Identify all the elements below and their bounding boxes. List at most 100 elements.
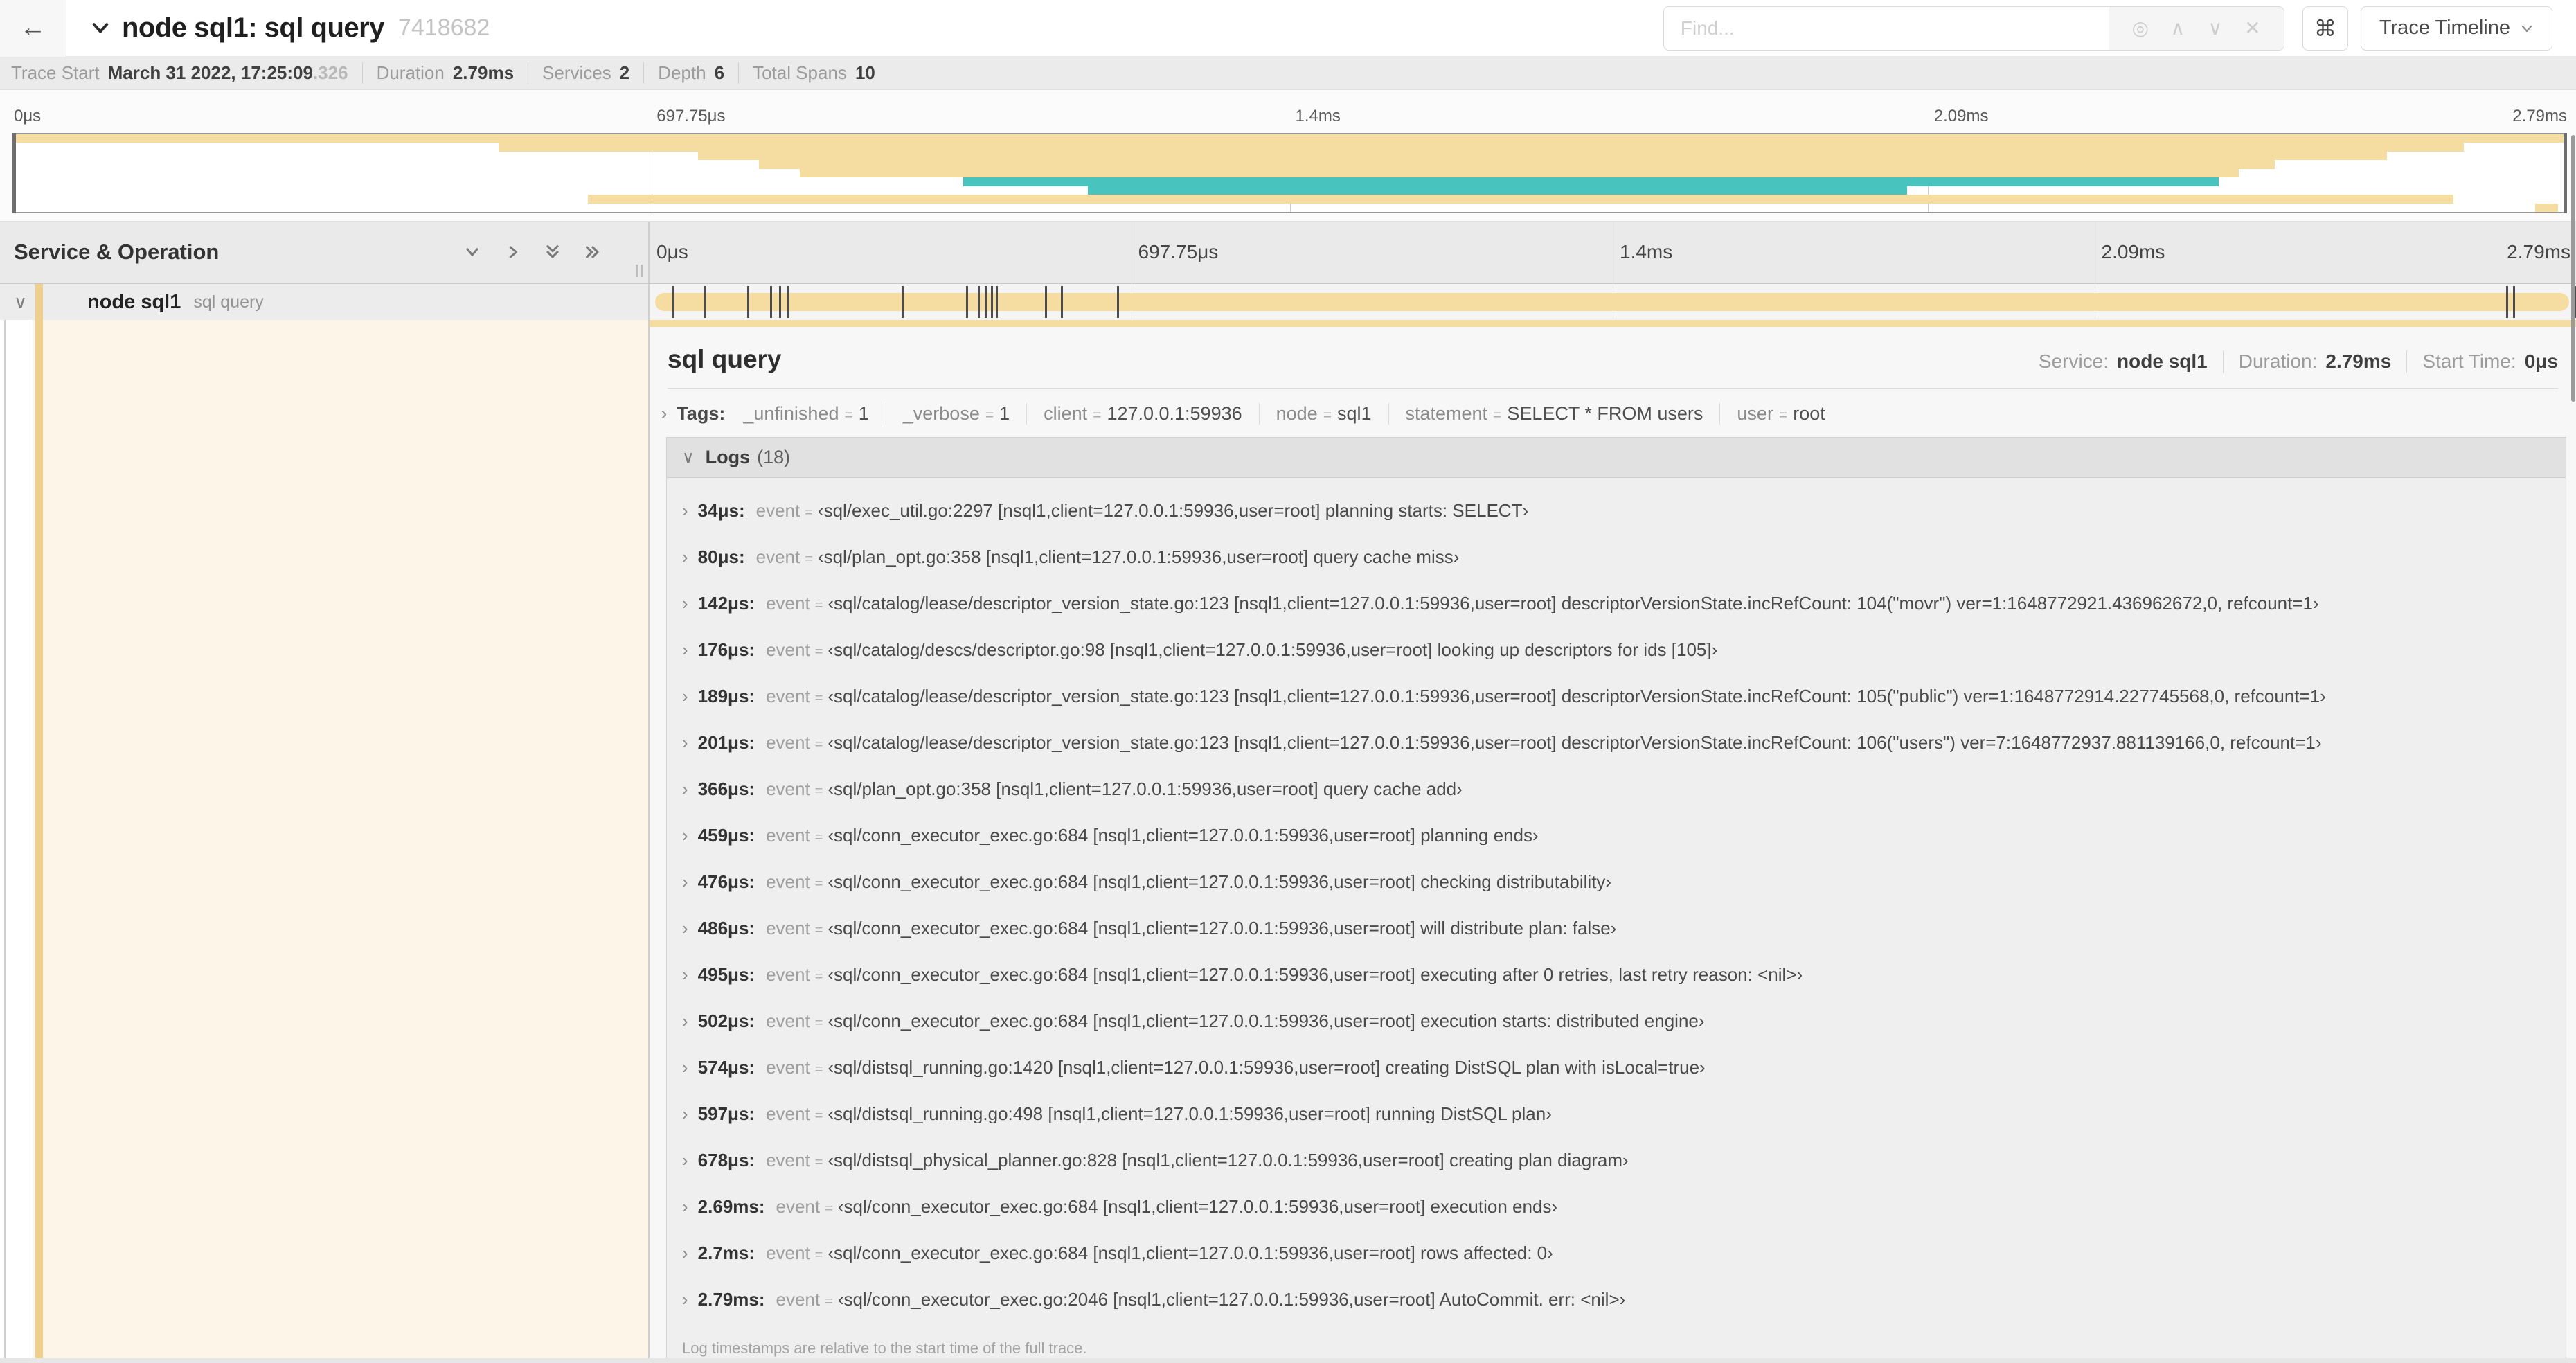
logs-caret-icon[interactable]: ∨	[682, 447, 695, 467]
tag-value: 1	[999, 403, 1010, 424]
minimap-right-scrubber[interactable]	[2564, 133, 2567, 213]
log-entry-row[interactable]: › 495μs: event = ‹sql/conn_executor_exec…	[682, 965, 2552, 986]
minimap-span-bar	[799, 168, 2239, 178]
log-timestamp: 502μs:	[697, 1010, 755, 1031]
log-caret-icon[interactable]: ›	[682, 826, 688, 845]
log-caret-icon[interactable]: ›	[682, 965, 688, 984]
logs-header[interactable]: ∨ Logs (18)	[667, 438, 2566, 478]
log-marker-tick[interactable]	[787, 286, 790, 318]
log-caret-icon[interactable]: ›	[682, 1105, 688, 1123]
minimap-left-scrubber[interactable]	[12, 133, 16, 213]
tag-value: SELECT * FROM users	[1507, 403, 1703, 424]
log-timestamp: 142μs:	[697, 593, 755, 614]
log-equals: =	[814, 737, 823, 752]
log-entry-row[interactable]: › 2.7ms: event = ‹sql/conn_executor_exec…	[682, 1244, 2552, 1265]
log-marker-tick[interactable]	[1045, 286, 1048, 318]
log-caret-icon[interactable]: ›	[682, 919, 688, 938]
chevron-down-icon[interactable]	[90, 18, 111, 39]
tags-row[interactable]: › Tags: _unfinished = 1 _verbose = 1 cli…	[650, 389, 2576, 436]
page-title: node sql1: sql query	[122, 12, 384, 43]
log-marker-tick[interactable]	[984, 286, 987, 318]
clear-find-icon[interactable]: ✕	[2234, 17, 2271, 39]
log-caret-icon[interactable]: ›	[682, 1151, 688, 1170]
timeline-header-row: Service & Operation 0μs 697.75μs 1.4ms 2…	[0, 222, 2576, 284]
view-selector-button[interactable]: Trace Timeline	[2360, 6, 2552, 51]
log-caret-icon[interactable]: ›	[682, 1197, 688, 1216]
span-row-track[interactable]	[650, 284, 2576, 320]
collapse-controls	[463, 242, 602, 262]
expand-one-icon[interactable]	[503, 242, 522, 262]
log-marker-tick[interactable]	[990, 286, 993, 318]
collapse-one-icon[interactable]	[463, 242, 482, 262]
log-caret-icon[interactable]: ›	[682, 594, 688, 613]
expand-all-icon[interactable]	[583, 242, 602, 262]
log-caret-icon[interactable]: ›	[682, 733, 688, 752]
back-button[interactable]: ←	[0, 0, 66, 57]
logs-title: Logs	[705, 447, 751, 467]
log-caret-icon[interactable]: ›	[682, 501, 688, 520]
log-marker-tick[interactable]	[770, 286, 773, 318]
log-entry-row[interactable]: › 2.79ms: event = ‹sql/conn_executor_exe…	[682, 1290, 2552, 1311]
log-entry-row[interactable]: › 189μs: event = ‹sql/catalog/lease/desc…	[682, 687, 2552, 708]
log-caret-icon[interactable]: ›	[682, 1058, 688, 1077]
log-entry-row[interactable]: › 486μs: event = ‹sql/conn_executor_exec…	[682, 919, 2552, 940]
tags-caret-icon[interactable]: ›	[661, 402, 667, 425]
log-entry-row[interactable]: › 80μs: event = ‹sql/plan_opt.go:358 [ns…	[682, 548, 2552, 569]
log-timestamp: 80μs:	[697, 546, 745, 567]
log-entry-row[interactable]: › 142μs: event = ‹sql/catalog/lease/desc…	[682, 594, 2552, 615]
trace-stat: Services 2	[528, 62, 629, 84]
log-marker-tick[interactable]	[995, 286, 998, 318]
log-entry-row[interactable]: › 201μs: event = ‹sql/catalog/lease/desc…	[682, 733, 2552, 754]
vertical-scrollbar-thumb[interactable]	[2571, 135, 2575, 402]
log-entry-row[interactable]: › 502μs: event = ‹sql/conn_executor_exec…	[682, 1012, 2552, 1033]
log-entry-row[interactable]: › 476μs: event = ‹sql/conn_executor_exec…	[682, 873, 2552, 893]
minimap-canvas[interactable]	[12, 133, 2567, 213]
log-field-value: ‹sql/catalog/lease/descriptor_version_st…	[828, 687, 2326, 706]
log-marker-tick[interactable]	[779, 286, 782, 318]
log-caret-icon[interactable]: ›	[682, 641, 688, 659]
log-marker-tick[interactable]	[704, 286, 706, 318]
log-marker-tick[interactable]	[901, 286, 904, 318]
log-caret-icon[interactable]: ›	[682, 687, 688, 706]
log-marker-tick[interactable]	[1117, 286, 1120, 318]
log-equals: =	[814, 876, 823, 891]
span-duration-bar[interactable]	[655, 293, 2569, 311]
next-match-icon[interactable]: ∨	[2197, 17, 2234, 39]
log-caret-icon[interactable]: ›	[682, 780, 688, 799]
span-row-name-cell[interactable]: ∨ node sql1 sql query	[0, 284, 650, 320]
span-collapse-caret-icon[interactable]: ∨	[14, 292, 35, 313]
log-entry-row[interactable]: › 574μs: event = ‹sql/distsql_running.go…	[682, 1058, 2552, 1079]
span-service-name: node sql1	[87, 290, 181, 313]
log-entry-row[interactable]: › 2.69ms: event = ‹sql/conn_executor_exe…	[682, 1197, 2552, 1218]
log-marker-tick[interactable]	[977, 286, 980, 318]
log-marker-tick[interactable]	[965, 286, 968, 318]
stat-label: Services	[542, 62, 611, 83]
keyboard-shortcuts-button[interactable]: ⌘	[2302, 6, 2348, 51]
log-caret-icon[interactable]: ›	[682, 1290, 688, 1309]
column-resizer-grip[interactable]	[636, 265, 643, 277]
log-timestamp: 176μs:	[697, 639, 755, 660]
collapse-all-icon[interactable]	[543, 242, 562, 262]
log-caret-icon[interactable]: ›	[682, 873, 688, 891]
log-entry-row[interactable]: › 678μs: event = ‹sql/distsql_physical_p…	[682, 1151, 2552, 1172]
tag-equals: =	[1323, 407, 1332, 423]
log-entry-row[interactable]: › 597μs: event = ‹sql/distsql_running.go…	[682, 1105, 2552, 1125]
log-marker-tick[interactable]	[1061, 286, 1064, 318]
log-marker-tick[interactable]	[2513, 286, 2516, 318]
log-marker-tick[interactable]	[746, 286, 749, 318]
log-caret-icon[interactable]: ›	[682, 1244, 688, 1263]
log-entry-row[interactable]: › 176μs: event = ‹sql/catalog/descs/desc…	[682, 641, 2552, 661]
tag-item: _unfinished = 1	[743, 403, 868, 425]
logs-container: ∨ Logs (18) › 34μs: event = ‹sql/exec_ut…	[666, 437, 2566, 1363]
log-entry-row[interactable]: › 366μs: event = ‹sql/plan_opt.go:358 [n…	[682, 780, 2552, 801]
log-timestamp: 189μs:	[697, 686, 755, 706]
log-marker-tick[interactable]	[2506, 286, 2509, 318]
log-entry-row[interactable]: › 34μs: event = ‹sql/exec_util.go:2297 […	[682, 501, 2552, 522]
log-marker-tick[interactable]	[672, 286, 674, 318]
prev-match-icon[interactable]: ∧	[2159, 17, 2197, 39]
find-input[interactable]	[1663, 6, 2109, 50]
log-caret-icon[interactable]: ›	[682, 1012, 688, 1031]
log-caret-icon[interactable]: ›	[682, 548, 688, 567]
focus-match-icon[interactable]: ◎	[2122, 17, 2159, 39]
log-entry-row[interactable]: › 459μs: event = ‹sql/conn_executor_exec…	[682, 826, 2552, 847]
